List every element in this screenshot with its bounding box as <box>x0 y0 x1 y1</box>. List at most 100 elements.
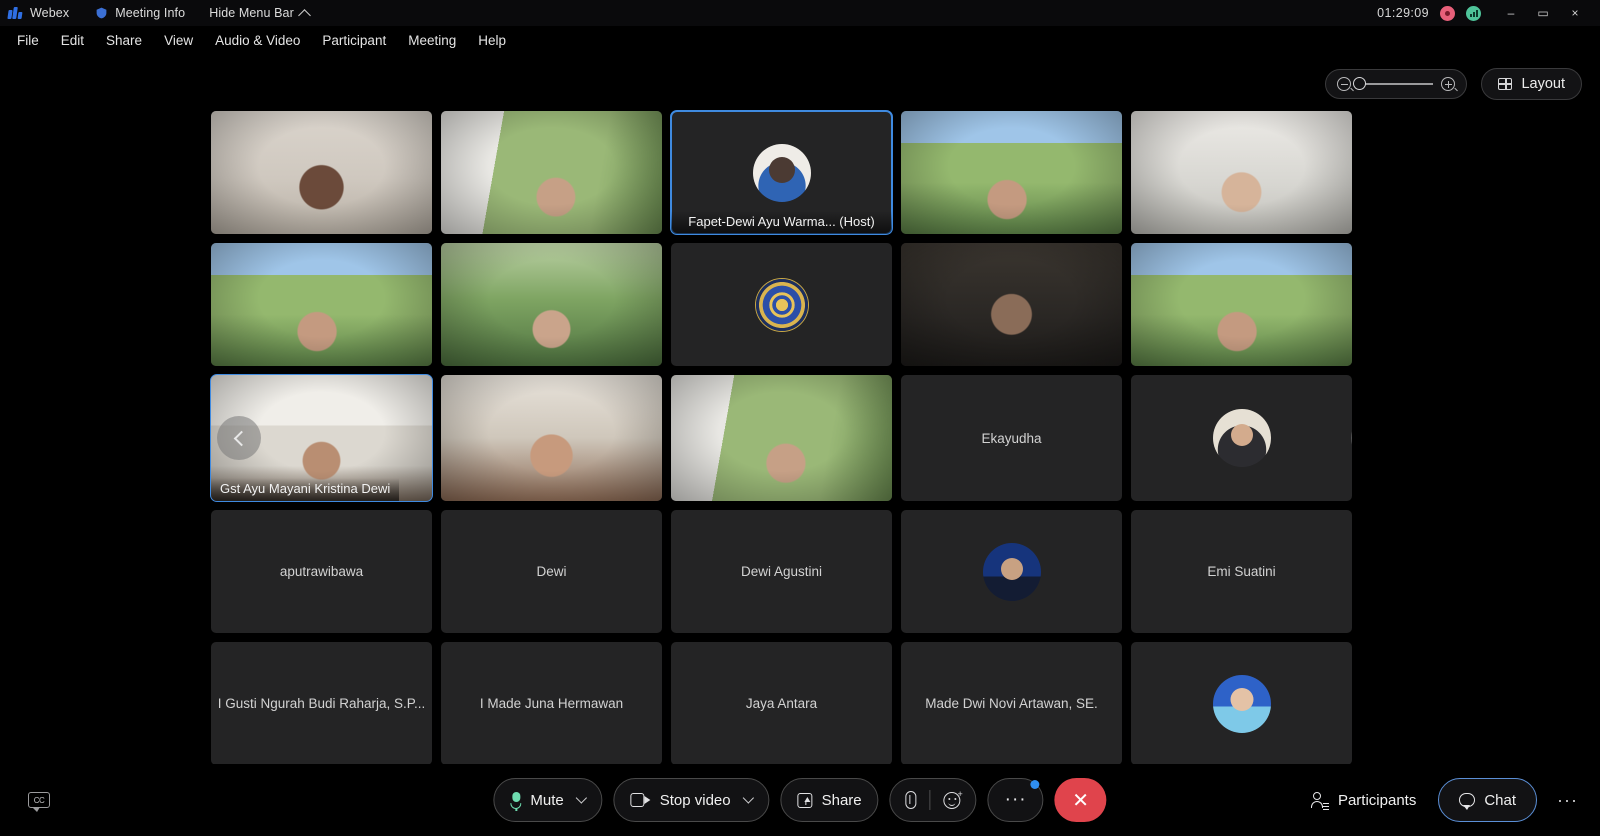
participant-tile[interactable] <box>1131 111 1352 234</box>
minimize-button[interactable]: – <box>1496 1 1526 25</box>
magnifier-plus-icon[interactable] <box>1441 77 1456 91</box>
avatar <box>982 542 1041 601</box>
zoom-slider-track[interactable] <box>1353 77 1434 91</box>
university-emblem-icon <box>755 278 808 331</box>
video-grid-row: Gst Ayu Mayani Kristina Dewi Ekayudha <box>210 374 1356 502</box>
menu-item-participant[interactable]: Participant <box>311 30 397 51</box>
close-icon: ✕ <box>1072 789 1090 812</box>
avatar <box>1212 674 1271 733</box>
next-page-button[interactable] <box>1351 416 1352 460</box>
video-vignette <box>441 243 662 366</box>
title-bar: Webex Meeting Info Hide Menu Bar 01:29:0… <box>0 0 1600 26</box>
meeting-info-button[interactable]: Meeting Info <box>69 6 185 20</box>
share-button[interactable]: Share <box>780 778 879 822</box>
participant-tile[interactable]: I Made Juna Hermawan <box>441 642 662 765</box>
participant-tile[interactable] <box>901 111 1122 234</box>
more-options-button[interactable]: ··· <box>987 778 1044 822</box>
video-grid-row: Fapet-Dewi Ayu Warma... (Host) <box>211 110 1356 235</box>
participant-tile[interactable] <box>901 243 1122 366</box>
participant-tile[interactable]: I Gusti Ngurah Budi Raharja, S.P... <box>211 642 432 765</box>
chat-button[interactable]: Chat <box>1438 778 1538 822</box>
participant-name-center: Dewi Agustini <box>740 564 823 579</box>
participant-tile[interactable]: Fapet-Dewi Ayu Warma... (Host) <box>670 110 893 235</box>
top-controls: Layout <box>1325 68 1582 100</box>
participant-tile[interactable] <box>441 111 662 234</box>
participant-tile[interactable]: Ekayudha <box>901 375 1122 501</box>
participant-name-center: Made Dwi Novi Artawan, SE. <box>925 696 1098 711</box>
network-signal-icon[interactable] <box>1466 5 1481 21</box>
window-controls: – ▭ × <box>1496 1 1590 25</box>
participant-tile[interactable] <box>441 243 662 366</box>
webex-brand: Webex <box>0 6 69 20</box>
participant-tile[interactable]: Gst Ayu Mayani Kristina Dewi <box>210 374 433 502</box>
camera-icon <box>630 793 651 807</box>
participant-tile[interactable] <box>211 243 432 366</box>
close-button[interactable]: × <box>1560 1 1590 25</box>
previous-page-button[interactable] <box>217 416 261 460</box>
grid-icon <box>1498 78 1513 90</box>
participant-tile[interactable]: Dewi Agustini <box>671 510 892 633</box>
layout-button[interactable]: Layout <box>1481 68 1582 100</box>
participants-button[interactable]: Participants <box>1306 792 1422 809</box>
participant-name-center: I Gusti Ngurah Budi Raharja, S.P... <box>217 696 426 711</box>
paperclip-icon[interactable] <box>905 791 917 809</box>
toolbar-overflow-button[interactable]: ··· <box>1553 790 1582 811</box>
participant-tile[interactable] <box>671 243 892 366</box>
menu-item-share[interactable]: Share <box>95 30 153 51</box>
chevron-down-icon[interactable] <box>742 792 755 804</box>
layout-label: Layout <box>1521 76 1565 92</box>
captions-button[interactable]: CC <box>28 792 50 812</box>
participant-name-label: Gst Ayu Mayani Kristina Dewi <box>211 478 400 501</box>
participant-name-label: Fapet-Dewi Ayu Warma... (Host) <box>671 211 892 234</box>
mute-button[interactable]: Mute <box>493 778 603 822</box>
magnifier-minus-icon[interactable] <box>1337 77 1352 91</box>
participant-tile[interactable]: Made Dwi Novi Artawan, SE. <box>901 642 1122 765</box>
menu-item-meeting[interactable]: Meeting <box>397 30 467 51</box>
participant-tile[interactable] <box>1131 243 1352 366</box>
webex-logo-icon <box>7 6 23 20</box>
menu-item-help[interactable]: Help <box>467 30 517 51</box>
participant-tile[interactable]: aputrawibawa <box>211 510 432 633</box>
menu-item-file[interactable]: File <box>6 30 50 51</box>
video-grid: Fapet-Dewi Ayu Warma... (Host) Gst Ayu Ma… <box>210 110 1356 765</box>
chevron-up-icon <box>298 8 311 22</box>
menu-item-edit[interactable]: Edit <box>50 30 95 51</box>
zoom-slider-control[interactable] <box>1325 69 1468 99</box>
app-name: Webex <box>30 6 70 20</box>
maximize-button[interactable]: ▭ <box>1528 1 1558 25</box>
smiley-plus-icon[interactable]: + <box>943 789 963 809</box>
video-vignette <box>901 111 1122 234</box>
participant-tile[interactable] <box>671 375 892 501</box>
menu-item-view[interactable]: View <box>153 30 204 51</box>
participant-tile[interactable] <box>901 510 1122 633</box>
hide-menu-bar-button[interactable]: Hide Menu Bar <box>209 6 311 22</box>
participant-name-center: Ekayudha <box>981 430 1042 446</box>
participant-tile[interactable]: Emi Suatini <box>1131 510 1352 633</box>
menu-item-audio-video[interactable]: Audio & Video <box>204 30 311 51</box>
share-label: Share <box>821 791 862 809</box>
meeting-info-label: Meeting Info <box>115 6 186 20</box>
closed-caption-icon: CC <box>28 792 50 812</box>
participant-tile[interactable]: Dewi <box>441 510 662 633</box>
participant-tile[interactable] <box>1131 642 1352 765</box>
participant-name-center: Dewi <box>536 564 567 579</box>
participant-tile[interactable]: Jaya Antara <box>671 642 892 765</box>
toolbar-right-cluster: Participants Chat ··· <box>1306 778 1582 822</box>
video-vignette <box>211 111 432 234</box>
zoom-slider-thumb[interactable] <box>1353 77 1367 91</box>
video-vignette <box>441 375 662 501</box>
stop-video-button[interactable]: Stop video <box>613 778 770 822</box>
participant-tile[interactable] <box>441 375 662 501</box>
record-indicator-icon[interactable] <box>1440 5 1455 21</box>
microphone-icon <box>510 791 522 811</box>
attachments-reactions-group: + <box>889 778 977 822</box>
avatar <box>752 143 811 202</box>
chat-bubble-icon <box>1459 793 1476 810</box>
end-call-button[interactable]: ✕ <box>1054 778 1107 822</box>
more-label: ··· <box>1004 789 1027 810</box>
participant-tile[interactable] <box>1131 375 1352 501</box>
chevron-down-icon[interactable] <box>576 792 588 804</box>
participant-tile[interactable] <box>211 111 432 234</box>
share-screen-icon <box>797 792 813 808</box>
chat-label: Chat <box>1484 791 1517 809</box>
